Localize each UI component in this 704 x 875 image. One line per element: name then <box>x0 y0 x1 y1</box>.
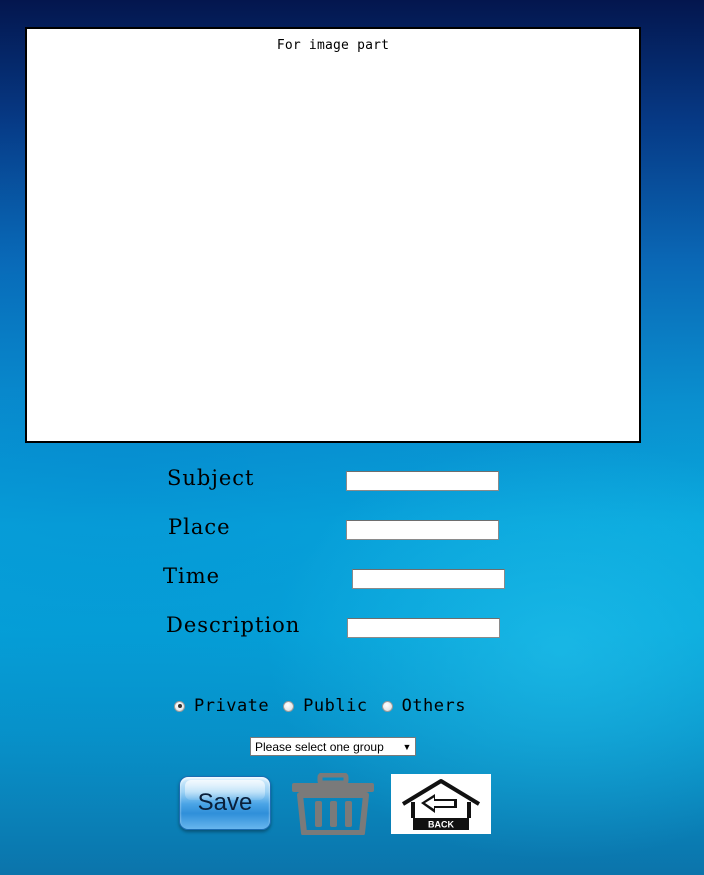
radio-others-label: Others <box>401 696 466 716</box>
description-label: Description <box>166 613 301 637</box>
save-button-label: Save <box>197 789 253 816</box>
radio-private-label: Private <box>194 696 270 716</box>
image-placeholder-panel: For image part <box>25 27 641 443</box>
group-select[interactable]: Please select one group ▼ <box>250 737 416 756</box>
radio-others-button[interactable] <box>381 700 393 712</box>
time-input[interactable] <box>352 569 505 589</box>
place-label: Place <box>168 515 231 539</box>
radio-private-button[interactable] <box>174 700 185 712</box>
description-input[interactable] <box>347 618 500 638</box>
save-button[interactable]: Save <box>179 776 271 830</box>
dropdown-arrow-icon: ▼ <box>402 741 412 752</box>
place-input[interactable] <box>346 520 499 540</box>
back-button[interactable]: BACK <box>391 774 491 834</box>
home-back-arrow-icon: BACK <box>401 779 481 830</box>
visibility-radio-group: Private Public Others <box>174 696 480 716</box>
image-caption: For image part <box>276 38 390 53</box>
group-select-value: Please select one group <box>255 739 384 754</box>
delete-button[interactable] <box>290 772 376 836</box>
radio-others[interactable]: Others <box>381 696 466 716</box>
time-label: Time <box>163 564 221 588</box>
trash-icon <box>292 772 374 836</box>
radio-private[interactable]: Private <box>174 696 269 716</box>
radio-public-button[interactable] <box>283 700 295 712</box>
radio-public[interactable]: Public <box>283 696 367 716</box>
back-label: BACK <box>428 820 454 830</box>
subject-label: Subject <box>167 466 255 490</box>
radio-public-label: Public <box>303 696 368 716</box>
subject-input[interactable] <box>346 471 499 491</box>
